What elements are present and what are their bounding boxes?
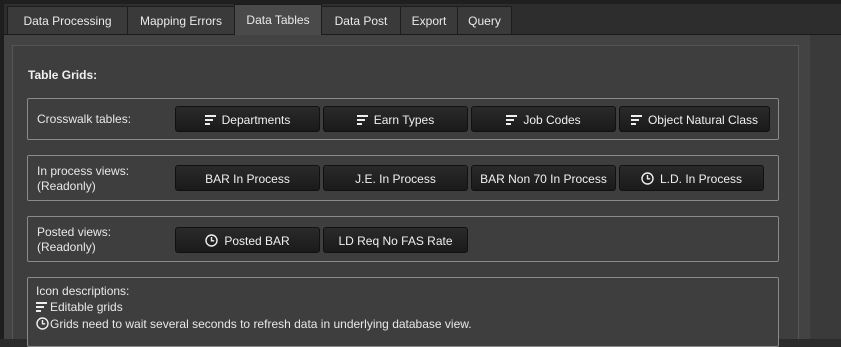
ld-in-process-button-label: L.D. In Process [659, 171, 743, 186]
tab-data-processing[interactable]: Data Processing [7, 6, 128, 34]
posted-readonly-note: (Readonly) [37, 240, 96, 254]
je-in-process-button[interactable]: J.E. In Process [323, 165, 468, 191]
ld-req-no-fas-rate-button[interactable]: LD Req No FAS Rate [323, 227, 468, 253]
posted-views-title: Posted views: [37, 225, 112, 239]
posted-bar-button[interactable]: Posted BAR [175, 227, 320, 253]
posted-views-label: Posted views: (Readonly) [37, 225, 111, 255]
tab-export[interactable]: Export [400, 6, 458, 34]
editable-grids-description: Editable grids [36, 299, 123, 314]
ld-req-no-fas-rate-button-label: LD Req No FAS Rate [338, 233, 453, 248]
je-in-process-button-label: J.E. In Process [355, 171, 436, 186]
posted-views-group: Posted views: (Readonly) Posted BAR LD R… [27, 216, 779, 262]
object-natural-class-button[interactable]: Object Natural Class [619, 106, 770, 132]
editable-grid-icon [36, 301, 47, 312]
bar-non-70-in-process-button-label: BAR Non 70 In Process [480, 171, 607, 186]
tab-data-tables[interactable]: Data Tables [234, 4, 322, 35]
tab-data-post[interactable]: Data Post [321, 6, 401, 34]
tab-bar: Data Processing Mapping Errors Data Tabl… [4, 4, 841, 35]
editable-grid-icon [204, 114, 216, 125]
bar-in-process-button[interactable]: BAR In Process [175, 165, 320, 191]
earn-types-button[interactable]: Earn Types [323, 106, 468, 132]
crosswalk-tables-group: Crosswalk tables: Departments Earn Types… [27, 98, 779, 140]
earn-types-button-label: Earn Types [373, 112, 435, 127]
ld-in-process-button[interactable]: L.D. In Process [619, 165, 764, 191]
wait-grids-description: Grids need to wait several seconds to re… [36, 316, 472, 331]
tab-mapping-errors[interactable]: Mapping Errors [127, 6, 235, 34]
in-process-views-group: In process views: (Readonly) BAR In Proc… [27, 155, 779, 201]
in-process-views-label: In process views: (Readonly) [37, 164, 129, 194]
posted-bar-button-label: Posted BAR [224, 233, 290, 248]
icon-descriptions-heading: Icon descriptions: [36, 284, 130, 298]
editable-grid-icon [630, 114, 642, 125]
clock-icon [641, 172, 654, 186]
crosswalk-tables-label: Crosswalk tables: [37, 112, 132, 126]
clock-icon [36, 317, 49, 331]
in-process-views-title: In process views: [37, 164, 130, 178]
section-title: Table Grids: [28, 68, 98, 82]
editable-grids-text: Editable grids [50, 299, 123, 314]
bar-non-70-in-process-button[interactable]: BAR Non 70 In Process [471, 165, 616, 191]
tab-query[interactable]: Query [457, 6, 512, 34]
bar-in-process-button-label: BAR In Process [205, 171, 290, 186]
editable-grid-icon [356, 114, 368, 125]
clock-icon [205, 234, 219, 248]
job-codes-button-label: Job Codes [523, 112, 581, 127]
in-process-readonly-note: (Readonly) [37, 179, 96, 193]
object-natural-class-button-label: Object Natural Class [647, 112, 759, 127]
job-codes-button[interactable]: Job Codes [471, 106, 616, 132]
icon-descriptions-group: Icon descriptions: Editable grids Grids … [27, 277, 779, 347]
departments-button[interactable]: Departments [175, 106, 320, 132]
editable-grid-icon [506, 114, 518, 125]
departments-button-label: Departments [221, 112, 291, 127]
scroll-area [810, 35, 841, 339]
wait-grids-text: Grids need to wait several seconds to re… [50, 316, 472, 331]
